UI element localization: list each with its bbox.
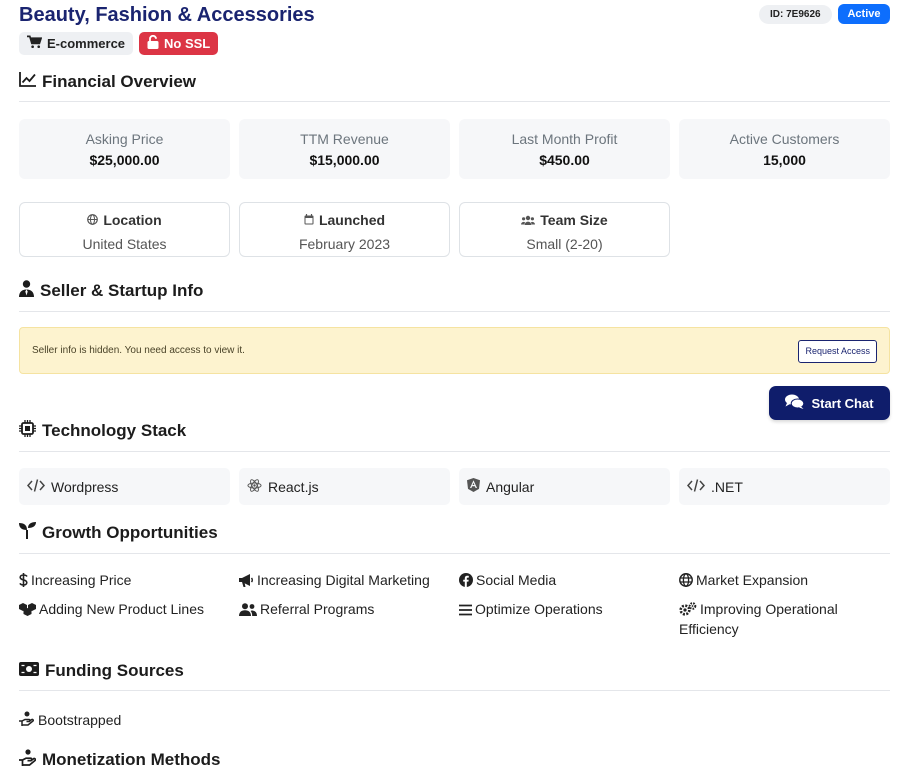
info-label: Team Size: [540, 212, 608, 228]
seller-hidden-alert: Seller info is hidden. You need access t…: [19, 327, 890, 374]
hand-coin-icon: [19, 749, 37, 766]
tech-label: Angular: [486, 478, 535, 495]
tech-item-angular: Angular: [459, 468, 670, 505]
info-label: Location: [103, 212, 162, 228]
monetization-methods-title: Monetization Methods: [42, 750, 221, 766]
growth-label: Market Expansion: [696, 572, 809, 588]
funding-sources-title: Funding Sources: [45, 661, 184, 680]
gears-icon: [679, 602, 697, 616]
stat-card-ttm-revenue: TTM Revenue $15,000.00: [239, 119, 450, 179]
info-label: Launched: [318, 212, 386, 228]
code-icon: [686, 478, 706, 495]
financial-overview-title: Financial Overview: [42, 72, 197, 91]
tech-item-reactjs: React.js: [239, 468, 450, 505]
stat-card-asking-price: Asking Price $25,000.00: [19, 119, 230, 179]
dollar-icon: [19, 573, 28, 587]
financial-overview-heading: Financial Overview: [19, 72, 890, 102]
info-card-location: Location United States: [19, 202, 230, 257]
start-chat-label: Start Chat: [811, 395, 874, 411]
funding-sources-heading: Funding Sources: [19, 661, 890, 691]
growth-item-referral-programs: Referral Programs: [239, 599, 374, 619]
tech-label: .NET: [711, 478, 743, 495]
growth-label: Social Media: [476, 572, 557, 588]
tech-item-dotnet: .NET: [679, 468, 890, 505]
funding-label: Bootstrapped: [38, 712, 122, 728]
info-card-team-size: Team Size Small (2-20): [459, 202, 670, 257]
stat-label: Last Month Profit: [511, 131, 618, 147]
seedling-icon: [19, 522, 36, 544]
growth-opportunities-heading: Growth Opportunities: [19, 522, 890, 554]
growth-label: Referral Programs: [260, 601, 375, 617]
user-group-icon: [239, 603, 257, 616]
stat-label: Asking Price: [85, 131, 164, 147]
growth-label: Increasing Digital Marketing: [257, 572, 430, 588]
users-icon: [521, 212, 536, 228]
page-title: Beauty, Fashion & Accessories: [19, 4, 315, 26]
money-bill-icon: [19, 661, 39, 681]
stat-label: Active Customers: [729, 131, 840, 147]
category-tag-label: E-commerce: [47, 36, 126, 51]
tech-label: React.js: [268, 478, 319, 495]
unlock-icon: [147, 34, 159, 52]
globe-icon: [679, 573, 693, 587]
boxes-icon: [19, 603, 36, 616]
growth-item-increasing-price: Increasing Price: [19, 570, 131, 590]
request-access-button[interactable]: Request Access: [798, 340, 877, 363]
calendar-icon: [304, 212, 314, 228]
growth-item-social-media: Social Media: [459, 570, 556, 590]
growth-item-optimize-operations: Optimize Operations: [459, 599, 603, 619]
funding-item-bootstrapped: Bootstrapped: [19, 711, 121, 729]
code-icon: [26, 478, 46, 495]
category-tag: E-commerce: [19, 32, 134, 55]
info-value: Small (2-20): [526, 236, 603, 252]
facebook-icon: [459, 573, 473, 587]
megaphone-icon: [239, 574, 254, 587]
user-tie-icon: [19, 280, 34, 302]
stat-value: $25,000.00: [89, 152, 160, 168]
seller-info-heading: Seller & Startup Info: [19, 280, 890, 312]
status-badge: Active: [838, 4, 890, 24]
stat-card-active-customers: Active Customers 15,000: [679, 119, 890, 179]
angular-icon: [467, 478, 480, 495]
hand-coin-icon: [19, 711, 34, 729]
cart-icon: [27, 35, 43, 52]
chart-line-icon: [19, 72, 36, 92]
stat-card-last-month-profit: Last Month Profit $450.00: [459, 119, 670, 179]
globe-icon: [87, 212, 99, 228]
ssl-tag-label: No SSL: [164, 36, 211, 51]
stat-value: $15,000.00: [309, 152, 380, 168]
monetization-methods-heading: Monetization Methods: [19, 749, 890, 766]
tech-label: Wordpress: [51, 478, 119, 495]
info-value: United States: [82, 236, 167, 252]
growth-item-operational-efficiency: Improving Operational Efficiency: [679, 599, 879, 639]
microchip-icon: [19, 420, 36, 442]
ssl-tag: No SSL: [139, 32, 219, 55]
growth-item-digital-marketing: Increasing Digital Marketing: [239, 570, 430, 590]
technology-stack-heading: Technology Stack: [19, 420, 890, 452]
growth-label: Optimize Operations: [475, 601, 603, 617]
growth-opportunities-title: Growth Opportunities: [42, 523, 218, 542]
seller-info-title: Seller & Startup Info: [40, 281, 204, 300]
start-chat-button[interactable]: Start Chat: [769, 386, 890, 420]
stat-label: TTM Revenue: [300, 131, 389, 147]
growth-item-new-product-lines: Adding New Product Lines: [19, 599, 204, 619]
info-value: February 2023: [298, 236, 391, 252]
bars-icon: [459, 604, 472, 616]
comments-icon: [785, 394, 805, 412]
react-icon: [247, 478, 262, 496]
info-card-launched: Launched February 2023: [239, 202, 450, 257]
stat-value: $450.00: [539, 152, 590, 168]
technology-stack-title: Technology Stack: [42, 421, 187, 440]
growth-label: Increasing Price: [31, 572, 132, 588]
alert-message: Seller info is hidden. You need access t…: [32, 345, 245, 356]
tech-item-wordpress: Wordpress: [19, 468, 230, 505]
growth-item-market-expansion: Market Expansion: [679, 570, 808, 590]
stat-value: 15,000: [763, 152, 806, 168]
listing-id-badge: ID: 7E9626: [759, 5, 832, 24]
growth-label: Adding New Product Lines: [39, 601, 204, 617]
growth-label: Improving Operational Efficiency: [679, 601, 838, 637]
